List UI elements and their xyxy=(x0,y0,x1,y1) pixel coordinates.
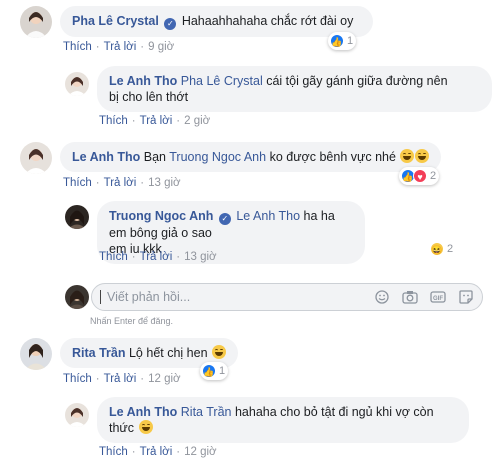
verified-badge-icon: ✓ xyxy=(218,213,231,225)
grin-emoji-icon xyxy=(400,149,415,163)
comment-author[interactable]: Truong Ngoc Anh xyxy=(109,209,213,223)
comment-time[interactable]: 13 giờ xyxy=(184,251,216,263)
like-link[interactable]: Thích xyxy=(63,177,92,189)
reply-link[interactable]: Trả lời xyxy=(140,115,173,127)
comment-bubble: Pha Lê Crystal ✓ Hahaahhahaha chắc rớt đ… xyxy=(60,6,374,37)
grin-emoji-icon xyxy=(138,420,153,434)
comment-time[interactable]: 12 giờ xyxy=(184,446,216,458)
comment-text: Lộ hết chị hen xyxy=(128,346,208,360)
avatar[interactable] xyxy=(65,205,89,229)
comment-text: ko được bênh vực nhé xyxy=(266,150,396,164)
love-reaction-icon: ♥ xyxy=(413,169,427,183)
comment-actions: Thích · Trả lời · 9 giờ xyxy=(63,41,175,53)
reply-comment: Le Anh Tho Pha Lê Crystal cái tội gãy gá… xyxy=(65,66,492,112)
like-link[interactable]: Thích xyxy=(99,115,128,127)
reply-link[interactable]: Trả lời xyxy=(140,446,173,458)
comment-author[interactable]: Pha Lê Crystal xyxy=(72,14,159,28)
mention-link[interactable]: Truong Ngoc Anh xyxy=(169,150,266,164)
mention-link[interactable]: Pha Lê Crystal xyxy=(181,74,263,88)
comment-author[interactable]: Le Anh Tho xyxy=(72,150,140,164)
comment-actions: Thích · Trả lời · 13 giờ xyxy=(99,251,217,263)
verified-badge-icon: ✓ xyxy=(164,18,177,30)
comment: Le Anh Tho Bạn Truong Ngoc Anh ko được b… xyxy=(20,142,442,174)
reaction-summary[interactable]: 👍 1 xyxy=(200,362,229,380)
comment-text-line2: thức xyxy=(109,421,135,435)
comment-actions: Thích · Trả lời · 12 giờ xyxy=(63,373,181,385)
text-caret xyxy=(100,290,101,304)
avatar[interactable] xyxy=(20,142,52,174)
comment: Pha Lê Crystal ✓ Hahaahhahaha chắc rớt đ… xyxy=(20,6,374,38)
mention-prefix: Bạn xyxy=(143,150,167,164)
grin-emoji-icon xyxy=(415,149,430,163)
comment-author[interactable]: Le Anh Tho xyxy=(109,405,177,419)
reply-comment: Le Anh Tho Rita Trần hahaha cho bỏ tật đ… xyxy=(65,397,469,443)
comment-time[interactable]: 2 giờ xyxy=(184,115,210,127)
reaction-summary[interactable]: 👍 ♥ 2 xyxy=(399,167,440,185)
mention-link[interactable]: Rita Trần xyxy=(181,405,232,419)
avatar[interactable] xyxy=(20,338,52,370)
my-avatar xyxy=(65,285,89,309)
comment-time[interactable]: 13 giờ xyxy=(148,177,180,189)
reply-link[interactable]: Trả lời xyxy=(104,373,137,385)
comment-time[interactable]: 9 giờ xyxy=(148,41,174,53)
comment-text: Hahaahhahaha chắc rớt đài oy xyxy=(181,14,354,28)
reaction-summary[interactable]: 😆 2 xyxy=(428,240,456,258)
reply-input[interactable]: Viết phản hồi... GIF xyxy=(91,283,483,311)
comment-time[interactable]: 12 giờ xyxy=(148,373,180,385)
comment-bubble: Le Anh Tho Pha Lê Crystal cái tội gãy gá… xyxy=(97,66,492,112)
reply-link[interactable]: Trả lời xyxy=(104,41,137,53)
enter-to-post-hint: Nhấn Enter để đăng. xyxy=(90,316,174,326)
reaction-summary[interactable]: 👍 1 xyxy=(328,32,357,50)
avatar[interactable] xyxy=(65,403,89,427)
svg-text:GIF: GIF xyxy=(433,296,443,302)
like-reaction-icon: 👍 xyxy=(330,34,344,48)
reply-input-field[interactable]: Viết phản hồi... xyxy=(100,290,374,304)
composer-tools: GIF xyxy=(374,289,474,305)
comment-author[interactable]: Le Anh Tho xyxy=(109,74,177,88)
like-link[interactable]: Thích xyxy=(99,251,128,263)
comment-actions: Thích · Trả lời · 13 giờ xyxy=(63,177,181,189)
haha-reaction-icon: 😆 xyxy=(430,242,444,256)
reply-link[interactable]: Trả lời xyxy=(140,251,173,263)
emoji-icon[interactable] xyxy=(374,289,390,305)
comment-actions: Thích · Trả lời · 12 giờ xyxy=(99,446,217,458)
gif-icon[interactable]: GIF xyxy=(430,289,446,305)
like-link[interactable]: Thích xyxy=(63,41,92,53)
comment-bubble: Le Anh Tho Rita Trần hahaha cho bỏ tật đ… xyxy=(97,397,469,443)
comment-bubble: Le Anh Tho Bạn Truong Ngoc Anh ko được b… xyxy=(60,142,442,172)
camera-icon[interactable] xyxy=(402,289,418,305)
grin-emoji-icon xyxy=(212,345,227,359)
like-reaction-icon: 👍 xyxy=(202,364,216,378)
sticker-icon[interactable] xyxy=(458,289,474,305)
comment-text-line2: bị cho lên thớt xyxy=(109,90,189,104)
comment-text: hahaha cho bỏ tật đi ngủ khi vợ còn xyxy=(231,405,434,419)
comment-author[interactable]: Rita Trần xyxy=(72,346,126,360)
comment-actions: Thích · Trả lời · 2 giờ xyxy=(99,115,211,127)
like-link[interactable]: Thích xyxy=(63,373,92,385)
reply-placeholder: Viết phản hồi... xyxy=(107,290,191,304)
reply-link[interactable]: Trả lời xyxy=(104,177,137,189)
avatar[interactable] xyxy=(65,72,89,96)
like-link[interactable]: Thích xyxy=(99,446,128,458)
avatar[interactable] xyxy=(20,6,52,38)
mention-link[interactable]: Le Anh Tho xyxy=(236,209,300,223)
comment-text: cái tội gãy gánh giữa đường nên xyxy=(262,74,448,88)
